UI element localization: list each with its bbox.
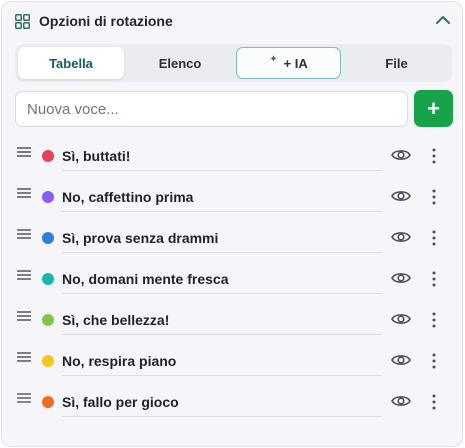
tab-tabella[interactable]: Tabella	[18, 47, 124, 79]
drag-handle-icon[interactable]	[16, 392, 32, 404]
add-item-button[interactable]: +	[414, 90, 453, 127]
color-dot[interactable]	[42, 273, 54, 285]
color-dot[interactable]	[42, 150, 54, 162]
eye-icon[interactable]	[391, 147, 411, 163]
item-underline	[62, 170, 382, 171]
list-item: No, domani mente fresca	[2, 259, 462, 300]
list-item: Sì, che bellezza!	[2, 300, 462, 341]
list-item: No, caffettino prima	[2, 177, 462, 218]
drag-handle-icon[interactable]	[16, 228, 32, 240]
panel-title: Opzioni di rotazione	[39, 13, 173, 29]
drag-handle-icon[interactable]	[16, 310, 32, 322]
eye-icon[interactable]	[391, 393, 411, 409]
drag-handle-icon[interactable]	[16, 146, 32, 158]
item-label[interactable]: Sì, che bellezza!	[62, 312, 169, 328]
drag-handle-icon[interactable]	[16, 351, 32, 363]
item-underline	[62, 334, 382, 335]
eye-icon[interactable]	[391, 188, 411, 204]
color-dot[interactable]	[42, 355, 54, 367]
more-options-icon[interactable]	[429, 352, 439, 370]
more-options-icon[interactable]	[429, 270, 439, 288]
eye-icon[interactable]	[391, 311, 411, 327]
drag-handle-icon[interactable]	[16, 269, 32, 281]
more-options-icon[interactable]	[429, 147, 439, 165]
list-item: Sì, prova senza drammi	[2, 218, 462, 259]
rotation-options-panel: Opzioni di rotazione Tabella Elenco ✦ + …	[1, 1, 463, 447]
grid-icon	[15, 14, 30, 29]
sparkle-icon: ✦	[269, 53, 278, 65]
list-item: Sì, buttati!	[2, 136, 462, 177]
new-item-input[interactable]	[15, 91, 408, 127]
item-underline	[62, 416, 382, 417]
item-label[interactable]: Sì, buttati!	[62, 148, 130, 164]
tab-label: Elenco	[158, 55, 202, 71]
color-dot[interactable]	[42, 314, 54, 326]
more-options-icon[interactable]	[429, 229, 439, 247]
tab-label: + IA	[283, 55, 308, 71]
tab-label: Tabella	[49, 55, 93, 71]
more-options-icon[interactable]	[429, 311, 439, 329]
more-options-icon[interactable]	[429, 393, 439, 411]
more-options-icon[interactable]	[429, 188, 439, 206]
list-item: No, respira piano	[2, 341, 462, 382]
item-underline	[62, 252, 382, 253]
item-label[interactable]: No, respira piano	[62, 353, 176, 369]
tab-label: File	[385, 55, 408, 71]
panel-header: Opzioni di rotazione	[2, 2, 462, 40]
color-dot[interactable]	[42, 396, 54, 408]
tab-file[interactable]: File	[344, 47, 449, 79]
list-item: Sì, fallo per gioco	[2, 382, 462, 423]
item-underline	[62, 211, 382, 212]
chevron-up-icon[interactable]	[434, 11, 452, 29]
view-tabs: Tabella Elenco ✦ + IA File	[15, 44, 452, 82]
item-label[interactable]: No, domani mente fresca	[62, 271, 229, 287]
item-label[interactable]: Sì, fallo per gioco	[62, 394, 179, 410]
color-dot[interactable]	[42, 232, 54, 244]
eye-icon[interactable]	[391, 270, 411, 286]
color-dot[interactable]	[42, 191, 54, 203]
drag-handle-icon[interactable]	[16, 187, 32, 199]
item-label[interactable]: No, caffettino prima	[62, 189, 193, 205]
tab-elenco[interactable]: Elenco	[127, 47, 233, 79]
eye-icon[interactable]	[391, 352, 411, 368]
item-label[interactable]: Sì, prova senza drammi	[62, 230, 218, 246]
item-underline	[62, 293, 382, 294]
plus-icon: +	[427, 95, 440, 121]
item-underline	[62, 375, 382, 376]
eye-icon[interactable]	[391, 229, 411, 245]
tab-ia[interactable]: ✦ + IA	[236, 47, 341, 79]
